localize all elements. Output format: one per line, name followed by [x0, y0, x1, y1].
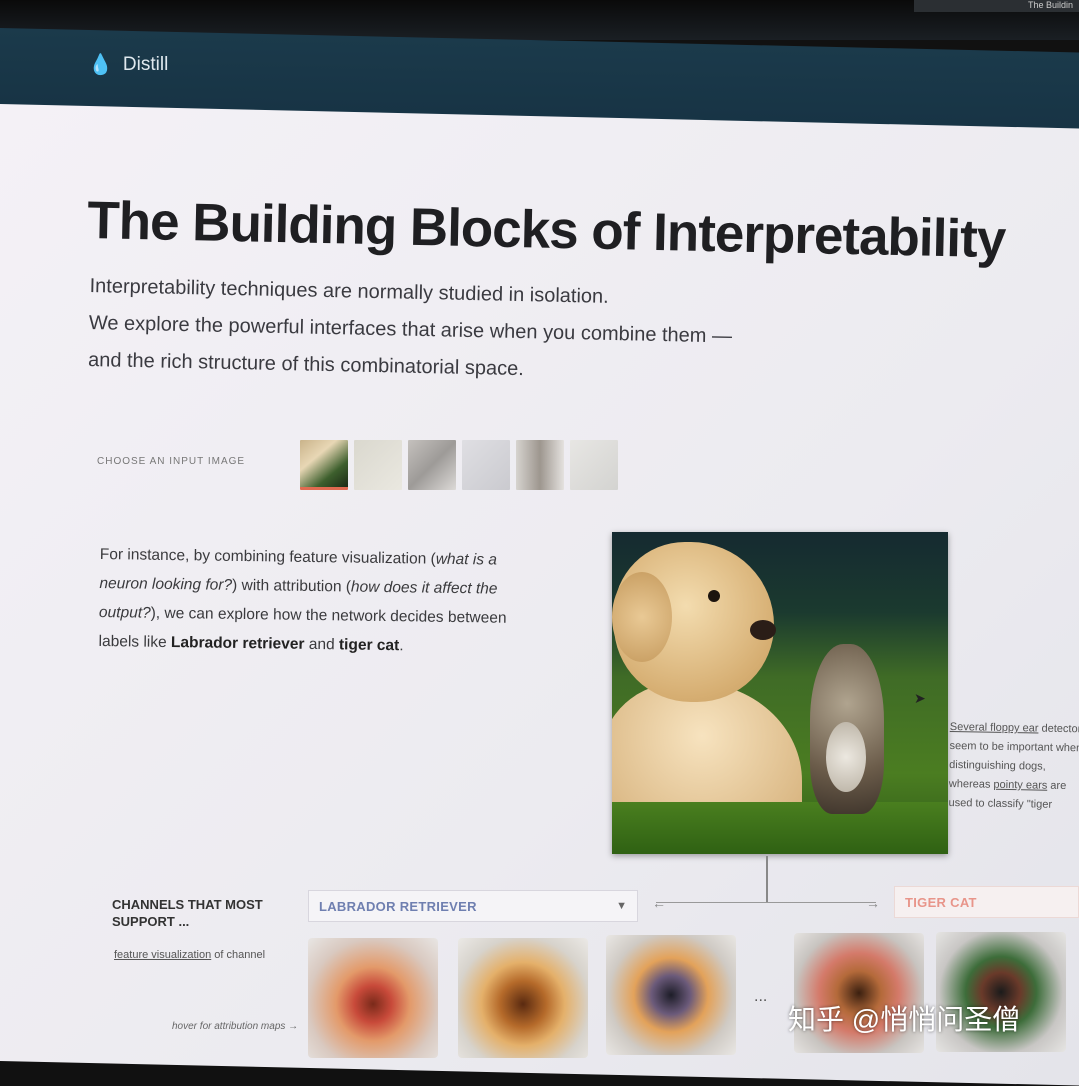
channel-visualization-2[interactable]	[458, 938, 588, 1058]
browser-tab[interactable]: The Buildin	[914, 0, 1079, 12]
input-photo-dog-and-cat[interactable]	[612, 532, 948, 854]
intro-text: .	[399, 637, 404, 655]
choose-image-label: CHOOSE AN INPUT IMAGE	[97, 456, 246, 467]
zhihu-watermark: 知乎 @悄悄问圣僧	[788, 1004, 1021, 1035]
more-channels-ellipsis: ...	[754, 988, 768, 1005]
input-thumbnail-4[interactable]	[462, 440, 510, 490]
dog-eye	[708, 590, 720, 602]
feature-vis-note: feature visualization of channel	[114, 946, 294, 965]
dog-nose	[750, 620, 776, 640]
mouse-cursor-icon: ➤	[914, 690, 926, 706]
distill-logo[interactable]: 💧 Distill	[88, 52, 168, 77]
connector-line	[766, 856, 768, 902]
dog-ear	[612, 572, 672, 662]
intro-paragraph: For instance, by combining feature visua…	[98, 540, 530, 662]
channel-visualization-1[interactable]	[308, 938, 438, 1058]
tiger-cat-class-select[interactable]: TIGER CAT	[894, 886, 1079, 918]
channels-heading: CHANNELS THAT MOST SUPPORT ...	[112, 897, 263, 929]
connector-branch	[656, 902, 876, 903]
intro-text: ) with attribution (	[231, 576, 352, 596]
input-thumbnail-5[interactable]	[516, 440, 564, 490]
kitten-chest	[826, 722, 866, 792]
feature-visualization-link[interactable]: feature visualization	[114, 949, 211, 961]
input-thumbnail-dog-cat[interactable]	[300, 440, 348, 490]
channel-visualization-3[interactable]	[606, 935, 736, 1055]
input-thumbnail-3[interactable]	[408, 440, 456, 490]
label-tiger-cat: tiger cat	[338, 636, 400, 655]
tiger-cat-label: TIGER CAT	[905, 894, 977, 910]
labrador-class-select[interactable]: LABRADOR RETRIEVER ▼	[308, 890, 638, 922]
intro-text: For instance, by combining feature visua…	[99, 545, 436, 568]
intro-text: and	[304, 635, 340, 654]
arrow-right-icon: →	[866, 895, 880, 911]
feature-vis-suffix: of channel	[211, 949, 266, 961]
article-subtitle: Interpretability techniques are normally…	[88, 268, 870, 395]
chevron-down-icon: ▼	[616, 900, 627, 912]
input-thumbnail-6[interactable]	[570, 440, 618, 490]
grass	[612, 802, 948, 854]
logo-text: Distill	[122, 53, 169, 75]
side-note: Several floppy ear detectors seem to be …	[948, 718, 1079, 815]
pointy-ears-link[interactable]: pointy ears	[993, 779, 1047, 792]
droplet-icon: 💧	[88, 54, 113, 76]
input-image-picker	[300, 440, 618, 490]
floppy-ear-link[interactable]: Several floppy ear	[950, 721, 1039, 735]
input-thumbnail-2[interactable]	[354, 440, 402, 490]
labrador-select-label: LABRADOR RETRIEVER	[319, 898, 477, 914]
label-labrador: Labrador retriever	[170, 634, 305, 653]
arrow-left-icon: ←	[652, 895, 666, 911]
hover-hint: hover for attribution maps →	[172, 1021, 299, 1032]
